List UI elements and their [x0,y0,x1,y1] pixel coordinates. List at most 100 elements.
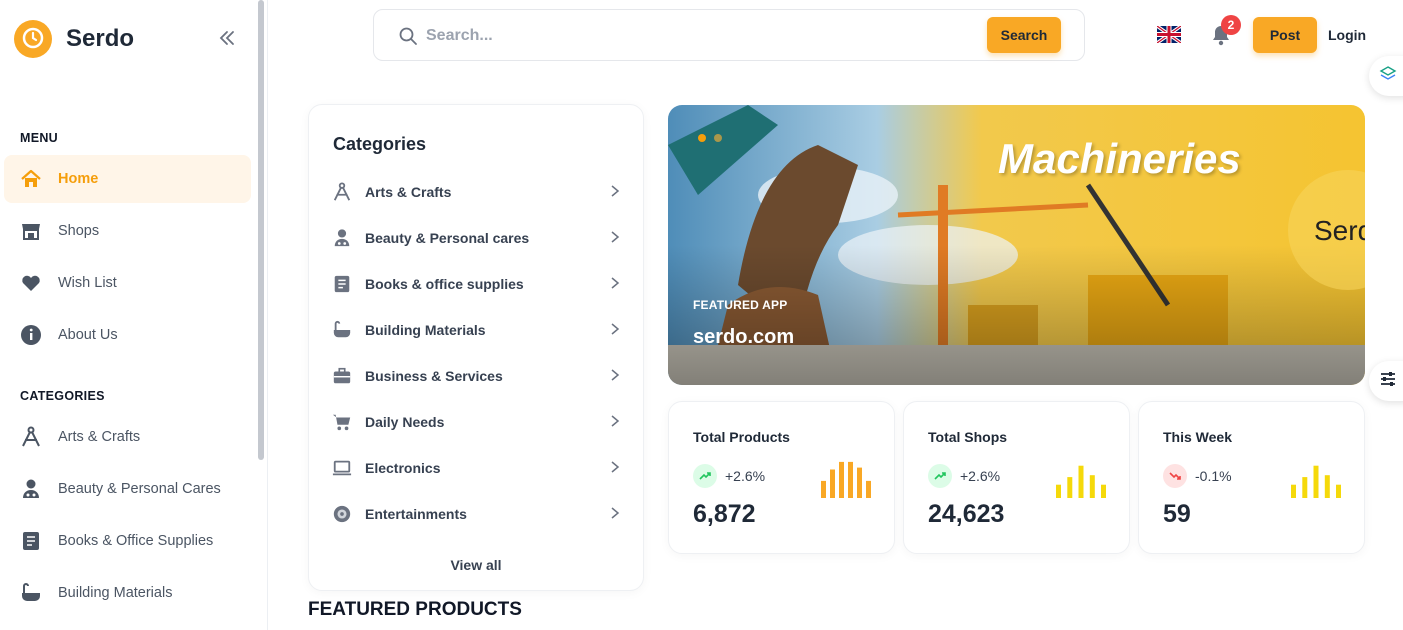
stat-change: +2.6% [960,468,1001,484]
menu-section-title: MENU [20,131,59,145]
heart-icon [20,272,42,294]
search-button[interactable]: Search [987,17,1061,53]
view-all-link[interactable]: View all [309,557,643,573]
sparkline-bar [1101,484,1106,498]
sparkline-bar [1302,477,1308,498]
banner-title: serdo.com [693,326,795,348]
category-daily-needs[interactable]: Daily Needs [331,407,621,437]
settings-tab[interactable] [1369,361,1403,401]
stat-sparkline [1056,465,1106,498]
category-beauty[interactable]: Beauty & Personal cares [331,223,621,253]
sidebar-item-label: Wish List [58,275,117,291]
banner-tag: FEATURED APP [693,298,788,312]
category-entertainments[interactable]: Entertainments [331,499,621,529]
sidebar-item-wishlist[interactable]: Wish List [4,259,251,307]
sparkline-bar [1056,484,1061,498]
sparkline-bar [1067,477,1073,498]
sidebar-item-label: Home [58,171,99,187]
chevron-right-icon [609,368,621,382]
stat-label: Total Shops [928,429,1008,445]
sparkline-bar [1291,484,1296,498]
sidebar-item-home[interactable]: Home [4,155,251,203]
sparkline-bar [1336,484,1341,498]
sparkline-bar [839,461,844,498]
category-label: Business & Services [365,368,503,384]
sidebar-item-label: Shops [58,223,100,239]
sidebar-scrollbar[interactable] [258,0,264,460]
person-icon [331,227,353,249]
compass-icon [20,426,42,448]
info-icon [20,324,42,346]
sidebar-item-label: Arts & Crafts [58,429,141,445]
logo-icon [14,20,52,58]
sidebar-item-label: Building Materials [58,585,173,601]
login-link[interactable]: Login [1328,27,1366,43]
sidebar-item-label: Beauty & Personal Cares [58,481,221,497]
sidebar-item-label: About Us [58,327,118,343]
sparkline-bar [821,480,826,498]
shop-icon [20,220,42,242]
briefcase-icon [331,365,353,387]
sparkline-bar [866,480,871,498]
person-icon [20,478,42,500]
disc-icon [331,503,353,525]
sidebar-item-about[interactable]: About Us [4,311,251,359]
category-business[interactable]: Business & Services [331,361,621,391]
search-input[interactable] [426,22,946,50]
categories-card: Categories Arts & Crafts Beauty & Person… [308,104,644,591]
categories-section-title: CATEGORIES [20,389,105,403]
sparkline-bar [1313,465,1319,498]
category-building[interactable]: Building Materials [331,315,621,345]
monitor-icon [331,457,353,479]
chevron-right-icon [609,276,621,290]
featured-banner[interactable]: Machineries Serd FEATURED APP serdo.com [668,105,1365,385]
sparkline-bar [1089,475,1095,498]
sidebar-item-beauty[interactable]: Beauty & Personal Cares [4,465,251,513]
sidebar-item-arts-crafts[interactable]: Arts & Crafts [4,413,251,461]
compass-icon [331,181,353,203]
stat-label: This Week [1163,429,1232,445]
sidebar-item-label: Books & Office Supplies [58,533,214,549]
category-electronics[interactable]: Electronics [331,453,621,483]
chevron-right-icon [609,230,621,244]
category-books[interactable]: Books & office supplies [331,269,621,299]
sliders-icon [1379,370,1397,393]
stat-label: Total Products [693,429,790,445]
trend-down-icon [1163,464,1187,488]
sidebar: Serdo MENU Home Shops Wish List About Us… [0,0,268,630]
carousel-dot[interactable] [714,134,722,142]
bath-icon [331,319,353,341]
chevron-right-icon [609,414,621,428]
stat-card-total-shops: Total Shops +2.6% 24,623 [903,401,1130,554]
stat-change: +2.6% [725,468,766,484]
sidebar-item-shops[interactable]: Shops [4,207,251,255]
category-label: Books & office supplies [365,276,524,292]
category-label: Entertainments [365,506,467,522]
stat-value: 6,872 [693,500,756,528]
bath-icon [20,582,42,604]
category-label: Building Materials [365,322,486,338]
stat-change: -0.1% [1195,468,1232,484]
layers-tab[interactable] [1369,56,1403,96]
book-icon [20,530,42,552]
stat-card-total-products: Total Products +2.6% 6,872 [668,401,895,554]
brand[interactable]: Serdo [14,20,134,58]
collapse-sidebar-icon[interactable] [216,27,238,49]
post-button[interactable]: Post [1253,17,1317,53]
sidebar-item-books[interactable]: Books & Office Supplies [4,517,251,565]
category-arts-crafts[interactable]: Arts & Crafts [331,177,621,207]
categories-title: Categories [333,134,427,154]
category-label: Electronics [365,460,441,476]
category-label: Daily Needs [365,414,445,430]
carousel-dot-active[interactable] [698,134,706,142]
category-label: Arts & Crafts [365,184,452,200]
brand-name: Serdo [66,25,135,52]
stat-sparkline [821,461,871,498]
search-bar: Search [373,9,1085,61]
stat-sparkline [1291,465,1341,498]
uk-flag-icon[interactable] [1156,24,1182,45]
home-icon [20,168,42,190]
sidebar-item-building[interactable]: Building Materials [4,569,251,617]
stat-card-this-week: This Week -0.1% 59 [1138,401,1365,554]
banner-brand-text: Serd [1314,215,1365,246]
